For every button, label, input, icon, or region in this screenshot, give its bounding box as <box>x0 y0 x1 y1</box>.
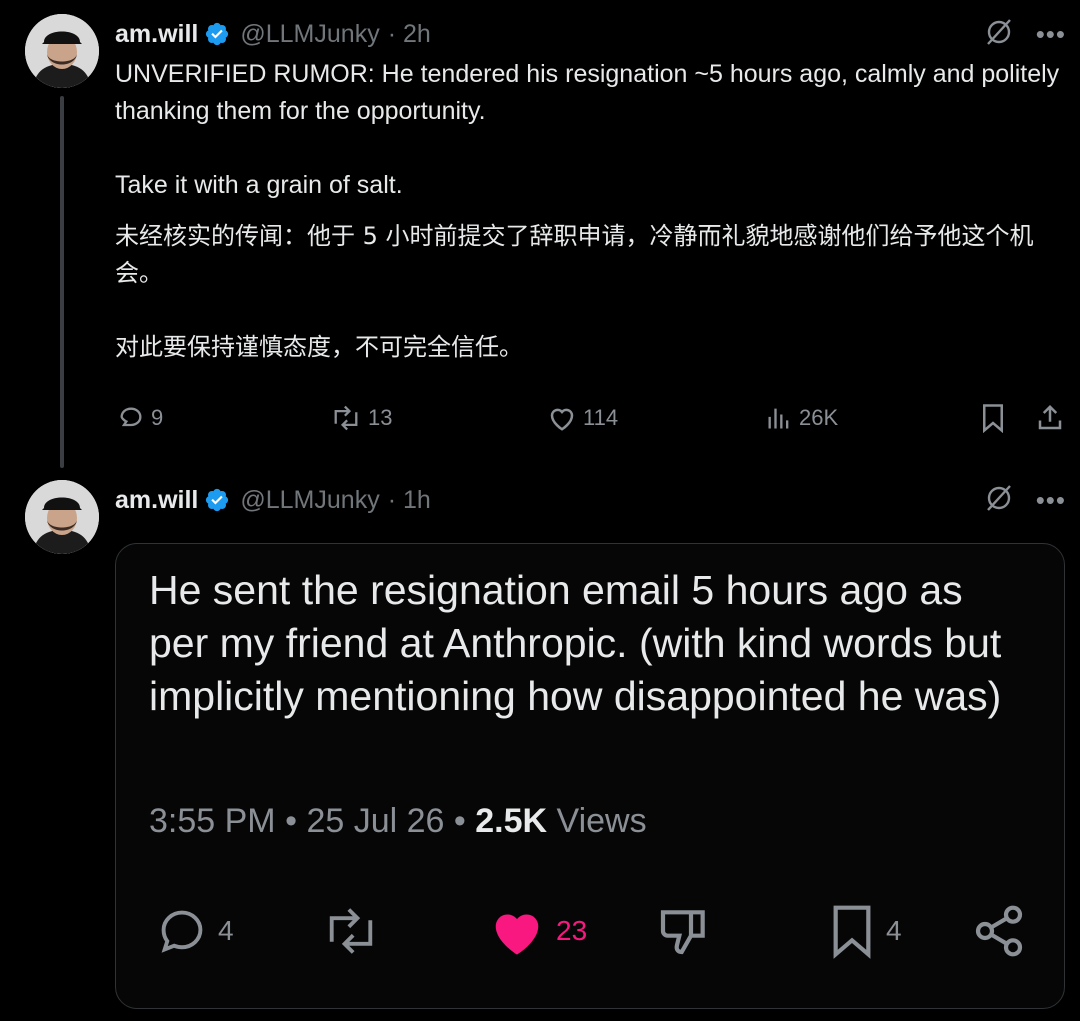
bookmark-button[interactable] <box>980 398 1006 438</box>
like-icon <box>495 914 539 955</box>
views-count: 26K <box>799 405 839 430</box>
share-icon <box>1038 404 1062 430</box>
thread-line <box>60 96 64 468</box>
card-reply-button[interactable]: 4 <box>156 899 234 963</box>
share-button[interactable] <box>1035 398 1065 438</box>
repost-icon <box>334 405 358 431</box>
more-icon[interactable]: ••• <box>1036 21 1066 47</box>
like-icon <box>550 408 574 431</box>
reply-icon <box>161 910 203 953</box>
tweet-header: am.will @LLMJunky · 1h <box>115 480 431 520</box>
card-like-button[interactable]: 23 <box>488 899 587 963</box>
repost-button[interactable]: 13 <box>330 398 392 438</box>
tweet-text-zh-1: 未经核实的传闻：他于 5 小时前提交了辞职申请，冷静而礼貌地感谢他们给予他这个机… <box>115 222 1034 287</box>
card-share-button[interactable] <box>971 899 1027 963</box>
repost-icon <box>329 908 373 954</box>
author-handle[interactable]: @LLMJunky <box>240 486 379 515</box>
bookmark-icon <box>833 905 871 959</box>
card-bookmark-button[interactable]: 4 <box>828 899 902 963</box>
embedded-tweet-card[interactable]: He sent the resignation email 5 hours ag… <box>115 543 1065 1009</box>
tweet-text-en-1: UNVERIFIED RUMOR: He tendered his resign… <box>115 60 1060 125</box>
card-reply-count: 4 <box>218 915 234 946</box>
timestamp[interactable]: · 2h <box>388 20 431 49</box>
author-name[interactable]: am.will <box>115 20 198 49</box>
views-button[interactable]: 26K <box>765 398 838 438</box>
card-bookmark-count: 4 <box>886 915 902 946</box>
card-text: He sent the resignation email 5 hours ag… <box>149 567 1002 719</box>
tweet-header: am.will @LLMJunky · 2h <box>115 14 431 54</box>
verified-badge-icon <box>204 21 230 47</box>
repost-count: 13 <box>368 405 393 430</box>
tweet-body: UNVERIFIED RUMOR: He tendered his resign… <box>115 56 1070 366</box>
like-button[interactable]: 114 <box>547 398 618 438</box>
card-views-count: 2.5K <box>475 802 548 840</box>
like-count: 114 <box>583 405 619 430</box>
views-icon <box>768 408 789 429</box>
card-date: 25 Jul 26 <box>306 802 445 840</box>
tweet-top-icons: ••• <box>984 14 1066 54</box>
card-views-label: Views <box>556 802 647 840</box>
author-handle[interactable]: @LLMJunky <box>240 20 379 49</box>
grok-icon[interactable] <box>984 17 1014 52</box>
tweet-top-icons: ••• <box>984 480 1066 520</box>
bookmark-icon <box>983 404 1003 433</box>
card-actions: 4 23 4 <box>116 899 1066 963</box>
timestamp[interactable]: · 1h <box>388 486 431 515</box>
reply-count: 9 <box>151 405 164 430</box>
card-dislike-button[interactable] <box>656 899 712 963</box>
reply-button[interactable]: 9 <box>117 398 163 438</box>
verified-badge-icon <box>204 487 230 513</box>
tweet-text-zh-2: 对此要保持谨慎态度，不可完全信任。 <box>115 333 523 361</box>
card-meta: 3:55 PM • 25 Jul 26 • 2.5K Views <box>149 802 647 840</box>
tweet-actions: 9 13 114 26K <box>115 398 1070 438</box>
reply-icon <box>120 407 142 427</box>
dislike-icon <box>660 910 705 955</box>
author-name[interactable]: am.will <box>115 486 198 515</box>
card-time: 3:55 PM <box>149 802 276 840</box>
card-repost-button[interactable] <box>321 899 381 963</box>
tweet-text-en-2: Take it with a grain of salt. <box>115 171 403 199</box>
avatar[interactable] <box>25 14 99 88</box>
grok-icon[interactable] <box>984 483 1014 518</box>
avatar[interactable] <box>25 480 99 554</box>
more-icon[interactable]: ••• <box>1036 487 1066 513</box>
card-like-count: 23 <box>556 915 588 946</box>
share-icon <box>975 905 1023 957</box>
